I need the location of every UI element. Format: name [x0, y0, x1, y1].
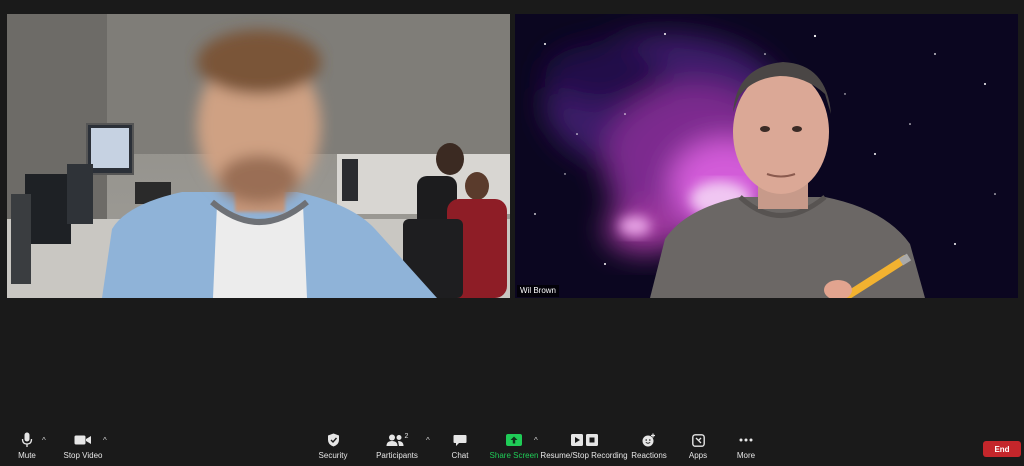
reactions-button[interactable]: Reactions — [631, 431, 667, 460]
stop-recording-icon — [585, 434, 598, 446]
resume-icon — [570, 434, 583, 446]
end-meeting-button[interactable]: End — [983, 441, 1021, 457]
share-screen-button[interactable]: Share Screen — [489, 431, 539, 460]
participants-options-caret[interactable]: ^ — [426, 436, 430, 445]
video-tile-right[interactable]: Wil Brown — [515, 14, 1018, 298]
mute-label: Mute — [18, 451, 36, 460]
chat-bubble-icon — [453, 431, 467, 449]
apps-label: Apps — [688, 451, 708, 460]
participant-name-tag: Wil Brown — [517, 285, 560, 297]
stop-video-button[interactable]: Stop Video — [62, 431, 104, 460]
video-tile-left[interactable] — [7, 14, 510, 298]
video-feed-office — [7, 14, 510, 298]
shield-icon — [327, 431, 340, 449]
mute-options-caret[interactable]: ^ — [42, 436, 46, 445]
smiley-plus-icon — [642, 431, 656, 449]
participants-count: 2 — [404, 432, 409, 440]
recording-label: Resume/Stop Recording — [540, 451, 628, 460]
security-label: Security — [318, 451, 348, 460]
mute-button[interactable]: Mute — [14, 431, 40, 460]
ellipsis-icon — [739, 431, 753, 449]
share-screen-label: Share Screen — [489, 451, 539, 460]
participants-label: Participants — [376, 451, 418, 460]
chat-button[interactable]: Chat — [450, 431, 470, 460]
video-feed-nebula — [515, 14, 1018, 298]
more-label: More — [736, 451, 756, 460]
participants-button[interactable]: 2 Participants — [376, 431, 418, 461]
recording-icons — [570, 431, 598, 449]
security-button[interactable]: Security — [318, 431, 348, 460]
stop-video-label: Stop Video — [63, 451, 103, 460]
share-options-caret[interactable]: ^ — [534, 436, 538, 445]
share-screen-icon — [506, 431, 522, 449]
more-button[interactable]: More — [735, 431, 757, 460]
apps-icon — [691, 431, 705, 449]
people-icon — [386, 434, 404, 446]
meeting-toolbar: Mute ^ Stop Video ^ Security 2 Participa… — [0, 428, 1024, 466]
chat-label: Chat — [451, 451, 469, 460]
apps-button[interactable]: Apps — [686, 431, 710, 460]
video-camera-icon — [74, 431, 92, 449]
microphone-icon — [21, 431, 33, 449]
reactions-label: Reactions — [631, 451, 667, 460]
recording-button[interactable]: Resume/Stop Recording — [540, 431, 628, 460]
participants-icon-wrap: 2 — [386, 431, 409, 449]
video-options-caret[interactable]: ^ — [103, 436, 107, 445]
